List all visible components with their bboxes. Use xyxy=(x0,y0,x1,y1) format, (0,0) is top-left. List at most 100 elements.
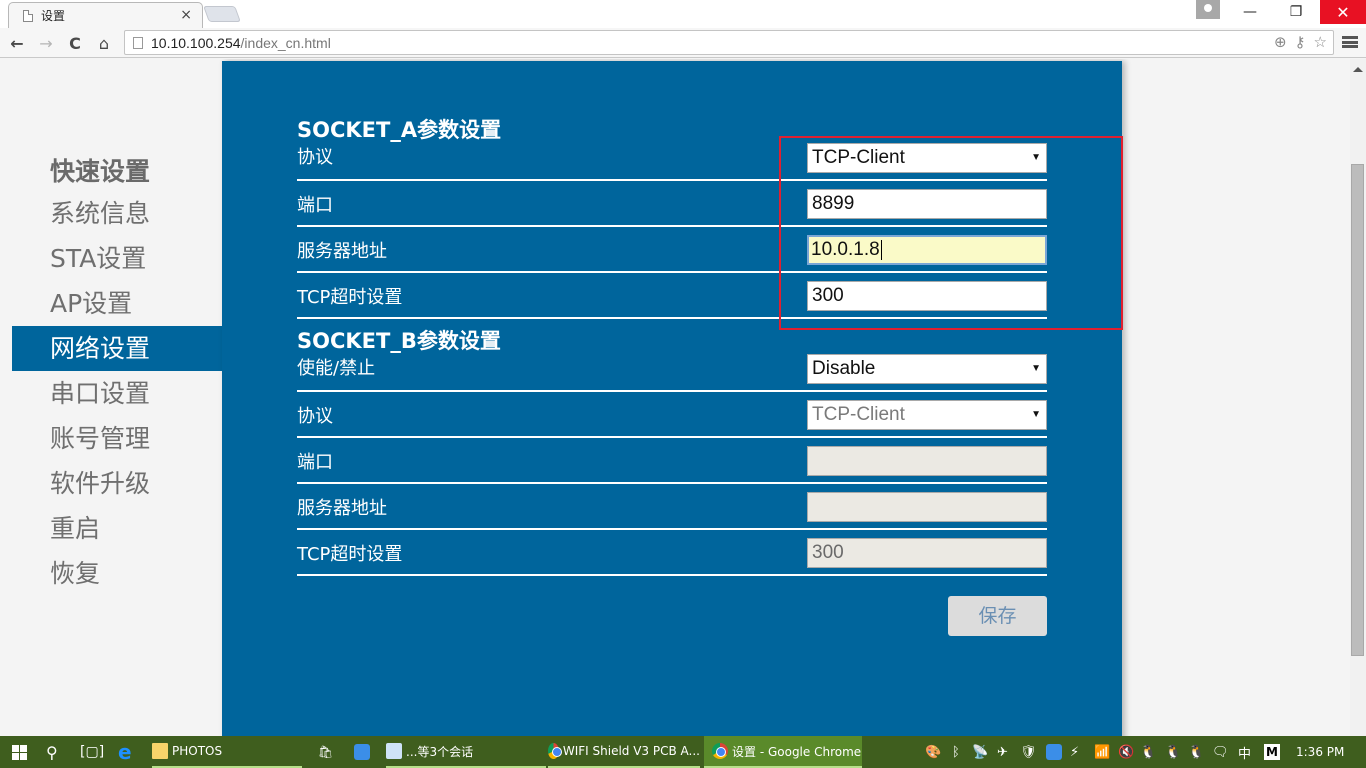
person-icon xyxy=(1204,4,1212,12)
socket-b-timeout-row: TCP超时设置 300 xyxy=(297,530,1047,576)
socket-b-timeout-label: TCP超时设置 xyxy=(297,544,403,565)
bookmark-star-icon[interactable]: ☆ xyxy=(1314,33,1327,51)
socket-b-enable-value: Disable xyxy=(812,358,876,379)
qq-icon[interactable]: 🐧 xyxy=(1140,736,1156,768)
socket-a-protocol-row: 协议 TCP-Client ▼ xyxy=(297,143,1047,181)
sidebar-item-firmware-upgrade[interactable]: 软件升级 xyxy=(12,461,222,506)
sidebar-item-serial-settings[interactable]: 串口设置 xyxy=(12,371,222,416)
vertical-scrollbar[interactable] xyxy=(1350,59,1366,736)
sidebar-item-account[interactable]: 账号管理 xyxy=(12,416,222,461)
search-icon[interactable]: ⚲ xyxy=(46,736,58,768)
socket-b-enable-label: 使能/禁止 xyxy=(297,358,376,379)
socket-a-port-row: 端口 8899 xyxy=(297,181,1047,227)
zoom-icon[interactable]: ⊕ xyxy=(1274,33,1287,51)
satellite-tray-icon[interactable]: 📡 xyxy=(972,736,988,768)
windows-logo-icon xyxy=(12,744,27,760)
taskbar-item-label: PHOTOS xyxy=(172,744,223,758)
store-icon[interactable]: 🛍 xyxy=(318,736,333,768)
scroll-up-arrow-icon[interactable] xyxy=(1353,67,1363,72)
socket-b-protocol-row: 协议 TCP-Client ▼ xyxy=(297,392,1047,438)
address-bar[interactable]: 10.10.100.254/index_cn.html ⊕ ⚷ ☆ xyxy=(124,30,1334,55)
profile-button[interactable] xyxy=(1196,0,1220,19)
windows-taskbar: ⚲ [▢] e PHOTOS 🛍 ...等3个会话 WIFI Shield V3… xyxy=(0,736,1366,768)
action-center-icon[interactable]: 🗨 xyxy=(1212,736,1229,768)
socket-a-protocol-value: TCP-Client xyxy=(812,147,905,168)
edge-icon[interactable]: e xyxy=(118,736,132,768)
socket-b-enable-row: 使能/禁止 Disable ▼ xyxy=(297,354,1047,392)
text-caret xyxy=(880,239,882,260)
network-settings-form: SOCKET_A参数设置 协议 TCP-Client ▼ 端口 8899 服务器… xyxy=(297,116,1047,576)
chrome-menu-button[interactable] xyxy=(1342,34,1358,50)
feather-app-icon[interactable] xyxy=(354,736,374,768)
chrome-icon xyxy=(712,743,728,759)
paint-tray-icon[interactable]: 🎨 xyxy=(925,736,941,768)
wifi-warning-icon[interactable]: 📶 xyxy=(1094,736,1110,768)
socket-a-timeout-input[interactable]: 300 xyxy=(807,281,1047,311)
socket-a-port-input[interactable]: 8899 xyxy=(807,189,1047,219)
socket-b-timeout-input: 300 xyxy=(807,538,1047,568)
taskbar-clock[interactable]: 1:36 PM xyxy=(1296,736,1344,768)
sidebar-item-restart[interactable]: 重启 xyxy=(12,506,222,551)
taskbar-item-photos[interactable]: PHOTOS xyxy=(152,736,302,768)
socket-a-server-row: 服务器地址 10.0.1.8 xyxy=(297,227,1047,273)
dropdown-arrow-icon: ▼ xyxy=(1031,152,1041,163)
socket-a-port-label: 端口 xyxy=(297,195,333,216)
tab-close-icon[interactable]: × xyxy=(180,7,192,23)
socket-a-server-value: 10.0.1.8 xyxy=(811,239,880,260)
socket-b-enable-select[interactable]: Disable ▼ xyxy=(807,354,1047,384)
restore-button[interactable]: ❐ xyxy=(1282,0,1310,24)
sidebar-nav: 快速设置 系统信息 STA设置 AP设置 网络设置 串口设置 账号管理 软件升级… xyxy=(12,149,222,596)
reload-button[interactable]: C xyxy=(64,32,86,54)
socket-b-server-row: 服务器地址 xyxy=(297,484,1047,530)
url-path: /index_cn.html xyxy=(240,34,331,51)
url-host: 10.10.100.254 xyxy=(151,34,241,51)
ime-indicator[interactable]: 中 xyxy=(1238,736,1251,768)
volume-muted-icon[interactable]: 🔇 xyxy=(1118,736,1134,768)
minimize-button[interactable]: — xyxy=(1236,0,1264,24)
shield-icon[interactable]: 🛡 xyxy=(1020,736,1037,768)
socket-a-server-input[interactable]: 10.0.1.8 xyxy=(807,235,1047,265)
forward-button[interactable]: → xyxy=(35,32,57,54)
folder-icon xyxy=(152,743,168,759)
scroll-thumb[interactable] xyxy=(1351,164,1364,656)
taskbar-item-label: WIFI Shield V3 PCB A... xyxy=(562,744,700,758)
socket-b-server-label: 服务器地址 xyxy=(297,498,387,519)
socket-a-timeout-row: TCP超时设置 300 xyxy=(297,273,1047,319)
sidebar-item-system-info[interactable]: 系统信息 xyxy=(12,191,222,236)
power-icon[interactable]: ⚡ xyxy=(1070,736,1079,768)
sidebar-item-restore[interactable]: 恢复 xyxy=(12,551,222,596)
start-button[interactable] xyxy=(12,736,27,768)
page-icon xyxy=(133,36,143,49)
task-view-icon[interactable]: [▢] xyxy=(80,736,104,768)
socket-a-title: SOCKET_A参数设置 xyxy=(297,118,502,142)
ime-mode-indicator[interactable]: M xyxy=(1264,744,1280,760)
qq-icon-2[interactable]: 🐧 xyxy=(1165,736,1181,768)
socket-b-protocol-value: TCP-Client xyxy=(812,404,905,425)
socket-a-timeout-label: TCP超时设置 xyxy=(297,287,403,308)
taskbar-item-chrome-settings[interactable]: 设置 - Google Chrome xyxy=(704,736,862,768)
socket-b-port-input xyxy=(807,446,1047,476)
tool-tray-icon[interactable]: ✈ xyxy=(997,736,1008,768)
sidebar-item-quick-setup[interactable]: 快速设置 xyxy=(12,149,222,191)
sidebar-item-sta-settings[interactable]: STA设置 xyxy=(12,236,222,281)
taskbar-item-chrome-pcb[interactable]: WIFI Shield V3 PCB A... xyxy=(548,736,700,768)
socket-a-protocol-select[interactable]: TCP-Client ▼ xyxy=(807,143,1047,173)
taskbar-item-chat[interactable]: ...等3个会话 xyxy=(386,736,546,768)
new-tab-button[interactable] xyxy=(203,6,241,22)
key-icon[interactable]: ⚷ xyxy=(1295,33,1306,51)
save-button[interactable]: 保存 xyxy=(948,596,1047,636)
qq-icon-3[interactable]: 🐧 xyxy=(1188,736,1204,768)
page-viewport: 快速设置 系统信息 STA设置 AP设置 网络设置 串口设置 账号管理 软件升级… xyxy=(0,59,1350,736)
home-button[interactable]: ⌂ xyxy=(93,32,115,54)
socket-a-protocol-label: 协议 xyxy=(297,147,333,168)
settings-panel: SOCKET_A参数设置 协议 TCP-Client ▼ 端口 8899 服务器… xyxy=(222,61,1122,736)
dropdown-arrow-icon: ▼ xyxy=(1031,409,1041,420)
back-button[interactable]: ← xyxy=(6,32,28,54)
bluetooth-icon[interactable]: ᛒ xyxy=(952,736,960,768)
taskbar-item-label: ...等3个会话 xyxy=(406,744,474,759)
close-window-button[interactable]: ✕ xyxy=(1320,0,1366,24)
feather-tray-icon[interactable] xyxy=(1046,736,1066,768)
sidebar-item-network-settings[interactable]: 网络设置 xyxy=(12,326,222,371)
sidebar-item-ap-settings[interactable]: AP设置 xyxy=(12,281,222,326)
browser-tab-active[interactable]: 设置 × xyxy=(8,2,203,28)
